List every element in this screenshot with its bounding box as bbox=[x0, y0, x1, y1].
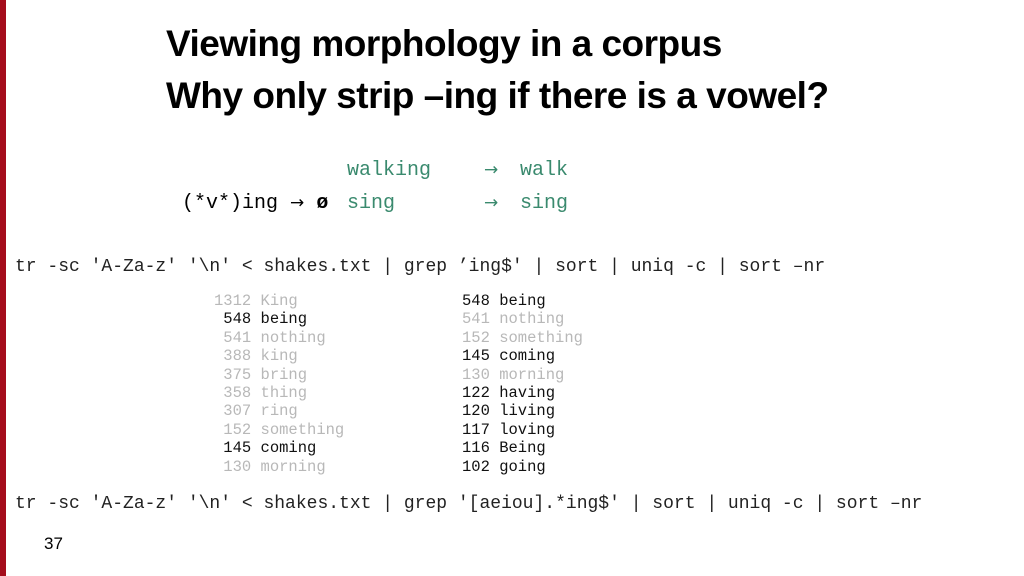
result-count: 307 bbox=[223, 402, 252, 421]
result-row: 120 living bbox=[462, 402, 583, 420]
result-row: 548 being bbox=[462, 292, 583, 310]
result-count: 541 bbox=[462, 310, 490, 329]
result-row: 375 bring bbox=[214, 366, 344, 384]
arrow-icon: → bbox=[484, 193, 499, 213]
result-row: 117 loving bbox=[462, 421, 583, 439]
result-word: something bbox=[499, 328, 583, 347]
result-row: 130 morning bbox=[462, 366, 583, 384]
command-line-2: tr -sc 'A-Za-z' '\n' < shakes.txt | grep… bbox=[15, 494, 923, 514]
result-word: nothing bbox=[260, 328, 326, 347]
result-row: 152 something bbox=[214, 421, 344, 439]
result-word: coming bbox=[499, 347, 556, 366]
result-count: 1312 bbox=[214, 292, 252, 310]
result-count: 117 bbox=[462, 420, 490, 439]
result-count: 145 bbox=[223, 439, 252, 458]
result-row: 307 ring bbox=[214, 402, 344, 420]
results-right: 548 being 541 nothing 152 something 145 com… bbox=[462, 292, 583, 476]
result-count: 130 bbox=[223, 457, 252, 476]
result-word: living bbox=[499, 402, 556, 421]
result-word: nothing bbox=[499, 310, 565, 329]
result-row: 116 Being bbox=[462, 439, 583, 457]
results-left: 1312 King 548 being 541 nothing 388 king 375… bbox=[214, 292, 344, 476]
result-word: thing bbox=[260, 384, 308, 403]
result-count: 541 bbox=[223, 328, 252, 347]
result-row: 541 nothing bbox=[462, 310, 583, 328]
result-row: 1312 King bbox=[214, 292, 344, 310]
result-count: 388 bbox=[223, 347, 252, 366]
result-word: morning bbox=[260, 457, 326, 476]
result-word: coming bbox=[260, 439, 317, 458]
example-input-1: walking bbox=[347, 159, 432, 182]
result-row: 152 something bbox=[462, 329, 583, 347]
result-count: 130 bbox=[462, 365, 490, 384]
result-row: 145 coming bbox=[462, 347, 583, 365]
result-row: 122 having bbox=[462, 384, 583, 402]
result-row: 130 morning bbox=[214, 458, 344, 476]
result-count: 116 bbox=[462, 439, 490, 458]
result-row: 541 nothing bbox=[214, 329, 344, 347]
example-output-2: sing bbox=[520, 192, 569, 215]
example-output-1: walk bbox=[520, 159, 569, 182]
accent-bar bbox=[0, 0, 6, 576]
result-word: morning bbox=[499, 365, 565, 384]
result-word: something bbox=[260, 420, 345, 439]
result-word: bring bbox=[260, 365, 308, 384]
empty-set-symbol: ø bbox=[316, 192, 329, 215]
result-row: 548 being bbox=[214, 310, 344, 328]
result-count: 120 bbox=[462, 402, 490, 421]
result-word: ring bbox=[260, 402, 298, 421]
result-row: 145 coming bbox=[214, 439, 344, 457]
rule-pattern: (*v*)ing → ø bbox=[158, 154, 328, 220]
result-word: Being bbox=[499, 439, 546, 458]
slide-title: Viewing morphology in a corpus Why only … bbox=[166, 18, 829, 122]
result-word: King bbox=[260, 292, 298, 310]
arrow-icon: → bbox=[290, 193, 305, 213]
arrow-icon: → bbox=[484, 160, 499, 180]
result-word: going bbox=[499, 457, 546, 476]
result-row: 388 king bbox=[214, 347, 344, 365]
result-word: king bbox=[260, 347, 298, 366]
result-count: 145 bbox=[462, 347, 490, 366]
result-row: 102 going bbox=[462, 458, 583, 476]
result-word: being bbox=[499, 292, 546, 310]
result-count: 122 bbox=[462, 384, 490, 403]
result-count: 548 bbox=[462, 292, 490, 310]
example-input-2: sing bbox=[347, 192, 396, 215]
title-line-2: Why only strip –ing if there is a vowel? bbox=[166, 75, 829, 116]
result-count: 152 bbox=[462, 328, 490, 347]
title-line-1: Viewing morphology in a corpus bbox=[166, 23, 722, 64]
result-row: 358 thing bbox=[214, 384, 344, 402]
result-count: 102 bbox=[462, 457, 490, 476]
result-count: 548 bbox=[223, 310, 252, 329]
result-count: 358 bbox=[223, 384, 252, 403]
result-word: loving bbox=[499, 420, 556, 439]
slide-number: 37 bbox=[44, 534, 63, 553]
result-count: 152 bbox=[223, 420, 252, 439]
result-count: 375 bbox=[223, 365, 252, 384]
command-line-1: tr -sc 'A-Za-z' '\n' < shakes.txt | grep… bbox=[15, 257, 826, 277]
rule-pattern-text: (*v*)ing bbox=[182, 192, 279, 215]
result-word: having bbox=[499, 384, 556, 403]
result-word: being bbox=[260, 310, 308, 329]
